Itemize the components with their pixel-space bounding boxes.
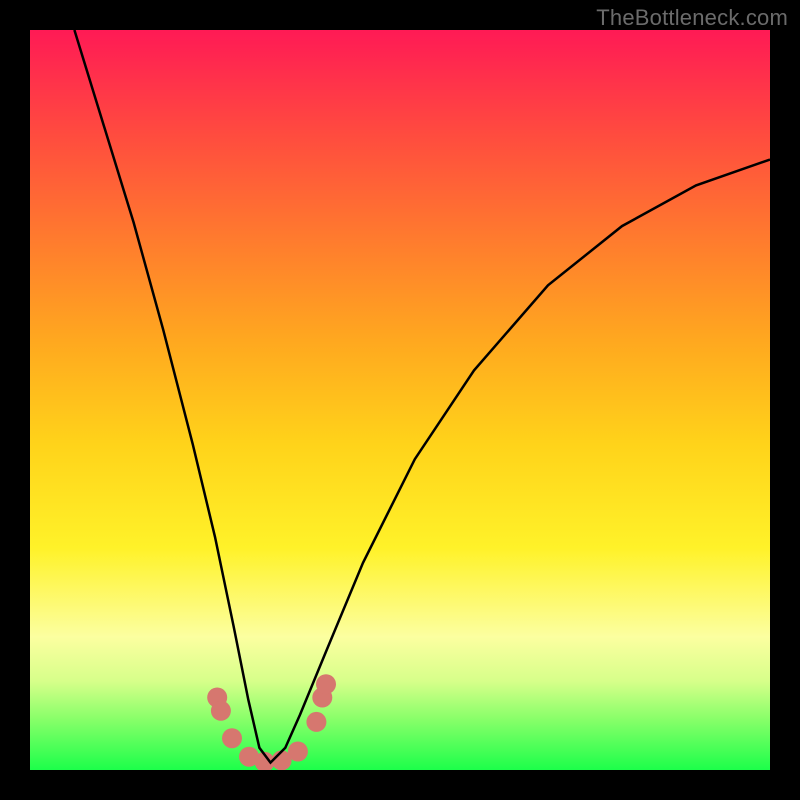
trough-marker <box>288 742 308 762</box>
trough-marker <box>211 701 231 721</box>
plot-area <box>30 30 770 770</box>
trough-marker-group <box>207 674 336 770</box>
trough-marker <box>222 728 242 748</box>
bottleneck-curve <box>74 30 770 763</box>
trough-marker <box>316 674 336 694</box>
trough-marker <box>306 712 326 732</box>
chart-frame: TheBottleneck.com <box>0 0 800 800</box>
watermark-text: TheBottleneck.com <box>596 5 788 31</box>
curve-layer <box>30 30 770 770</box>
